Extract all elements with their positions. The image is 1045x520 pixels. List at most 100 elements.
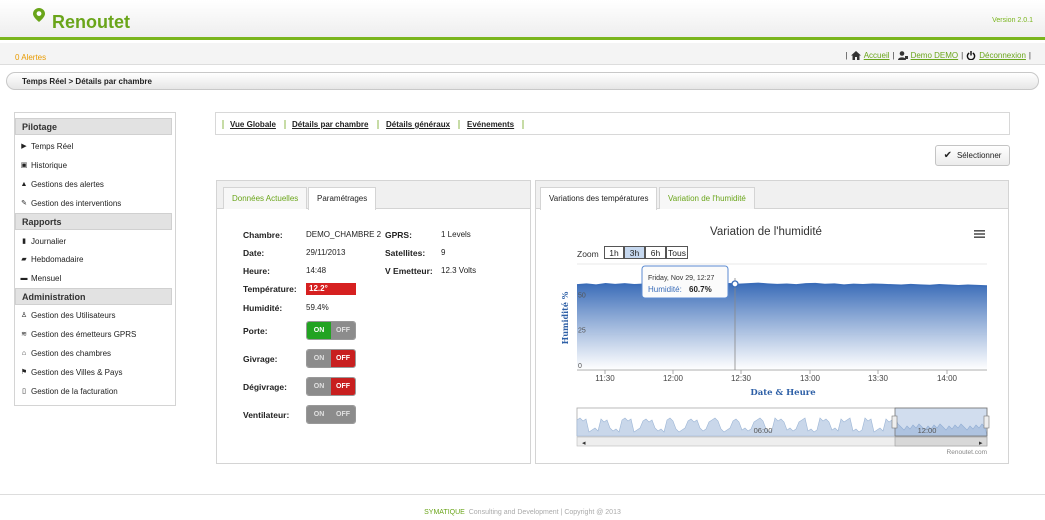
gprs-value: 1 Levels bbox=[441, 230, 471, 239]
x-axis-label: Date & Heure bbox=[750, 388, 816, 398]
vemetteur-label: V Emetteur: bbox=[385, 266, 433, 276]
gprs-label: GPRS: bbox=[385, 230, 412, 240]
sidebar-item-journalier[interactable]: ▮ Journalier bbox=[20, 237, 66, 246]
menu-icon[interactable] bbox=[974, 229, 985, 239]
givrage-toggle[interactable]: ON OFF bbox=[306, 349, 356, 368]
sidebar-section-rapports: Rapports bbox=[15, 213, 172, 230]
svg-text:Friday, Nov 29, 12:27: Friday, Nov 29, 12:27 bbox=[648, 275, 715, 282]
y-axis-label: Humidité % bbox=[560, 291, 570, 344]
home-icon bbox=[850, 51, 861, 60]
document-icon: ▮ bbox=[22, 237, 26, 245]
ventilateur-toggle[interactable]: ON OFF bbox=[306, 405, 356, 424]
folder-icon: ▬ bbox=[20, 274, 28, 282]
tab-parametrages[interactable]: Paramétrages bbox=[308, 187, 377, 210]
home-link[interactable]: Accueil bbox=[864, 51, 890, 60]
sidebar-section-pilotage: Pilotage bbox=[15, 118, 172, 135]
history-icon: ▣ bbox=[20, 161, 28, 169]
chambre-label: Chambre: bbox=[243, 230, 283, 240]
y-tick-label: 25 bbox=[578, 328, 586, 335]
power-icon bbox=[966, 51, 976, 60]
humidite-label: Humidité: bbox=[243, 303, 283, 313]
version-label: Version 2.0.1 bbox=[992, 17, 1033, 24]
sidebar-item-utilisateurs[interactable]: ♙ Gestion des Utilisateurs bbox=[20, 311, 116, 320]
y-tick-label: 50 bbox=[578, 292, 586, 299]
location-pin-icon bbox=[33, 8, 45, 22]
x-tick-label: 12:30 bbox=[731, 374, 752, 383]
user-icon bbox=[897, 51, 908, 60]
chart-scrollbar[interactable]: ◂ ▸ bbox=[576, 436, 988, 447]
sidebar-section-administration: Administration bbox=[15, 288, 172, 305]
x-tick-label: 11:30 bbox=[595, 374, 615, 383]
hover-point bbox=[731, 280, 739, 288]
givrage-label: Givrage: bbox=[243, 354, 278, 364]
satellites-value: 9 bbox=[441, 248, 446, 257]
sidebar-item-interventions[interactable]: ✎ Gestion des interventions bbox=[20, 199, 121, 208]
svg-text:06:00: 06:00 bbox=[754, 426, 773, 435]
scroll-right-icon: ▸ bbox=[979, 440, 983, 447]
x-tick-label: 12:00 bbox=[663, 374, 684, 383]
navigator-left-handle[interactable] bbox=[891, 415, 898, 429]
sidebar-item-hebdomadaire[interactable]: ▰ Hebdomadaire bbox=[20, 255, 83, 264]
chart-title: Variation de l'humidité bbox=[710, 226, 822, 238]
porte-toggle[interactable]: ON OFF bbox=[306, 321, 356, 340]
details-panel: Données Actuelles Paramétrages bbox=[216, 180, 531, 464]
scroll-left-icon: ◂ bbox=[582, 440, 586, 447]
nav-evenements[interactable]: Evénements bbox=[467, 120, 514, 129]
satellites-label: Satellites: bbox=[385, 248, 426, 258]
breadcrumb: Temps Réel > Détails par chambre bbox=[22, 77, 152, 86]
sidebar-item-temps-reel[interactable]: ▶ Temps Réel bbox=[20, 142, 73, 151]
svg-text:12:00: 12:00 bbox=[918, 426, 937, 435]
user-link[interactable]: Demo DEMO bbox=[911, 51, 959, 60]
top-nav: | Accueil | Demo DEMO | Déconnexion | bbox=[845, 51, 1031, 60]
humidity-chart[interactable]: 0 25 50 11:30 12:00 12:30 13:00 13:30 14:00 Hum… bbox=[555, 258, 995, 458]
home-icon: ⌂ bbox=[21, 349, 27, 357]
breadcrumb-bar bbox=[6, 72, 1039, 90]
flag-icon: ⚑ bbox=[20, 368, 28, 376]
chart-credits: Renoutet.com bbox=[947, 449, 987, 456]
app-logo[interactable]: Renoutet bbox=[52, 12, 130, 33]
alerts-count[interactable]: 0 Alertes bbox=[15, 53, 46, 62]
sidebar-item-mensuel[interactable]: ▬ Mensuel bbox=[20, 274, 62, 283]
sidebar-item-emetteurs[interactable]: ≋ Gestion des émetteurs GPRS bbox=[20, 330, 136, 339]
porte-label: Porte: bbox=[243, 326, 268, 336]
tab-variations-temperatures[interactable]: Variations des températures bbox=[540, 187, 658, 210]
select-button[interactable]: ✔ Sélectionner bbox=[935, 145, 1010, 166]
tab-donnees-actuelles[interactable]: Données Actuelles bbox=[223, 187, 308, 209]
wrench-icon: ✎ bbox=[21, 199, 27, 207]
heure-label: Heure: bbox=[243, 266, 270, 276]
date-label: Date: bbox=[243, 248, 265, 258]
x-tick-label: 13:30 bbox=[868, 374, 889, 383]
y-tick-label: 0 bbox=[578, 363, 582, 370]
chart-tooltip: Friday, Nov 29, 12:27 Humidité: 60.7% bbox=[641, 265, 729, 299]
x-tick-label: 14:00 bbox=[937, 374, 958, 383]
logout-link[interactable]: Déconnexion bbox=[979, 51, 1026, 60]
sidebar-item-historique[interactable]: ▣ Historique bbox=[20, 161, 67, 170]
heure-value: 14:48 bbox=[306, 266, 327, 275]
humidite-value: 59.4% bbox=[306, 303, 329, 312]
warning-icon: ▲ bbox=[20, 180, 28, 188]
humidity-area bbox=[577, 283, 987, 370]
invoice-icon: ▯ bbox=[22, 387, 26, 395]
tab-variation-humidite[interactable]: Variation de l'humidité bbox=[659, 187, 755, 209]
folder-open-icon: ▰ bbox=[21, 255, 27, 263]
degivrage-label: Dégivrage: bbox=[243, 382, 287, 392]
sidebar-item-chambres[interactable]: ⌂ Gestion des chambres bbox=[20, 349, 111, 358]
nav-details-chambre[interactable]: Détails par chambre bbox=[292, 120, 368, 129]
chambre-value: DEMO_CHAMBRE 2 bbox=[306, 230, 382, 239]
date-value: 29/11/2013 bbox=[306, 248, 346, 257]
nav-vue-globale[interactable]: Vue Globale bbox=[230, 120, 276, 129]
degivrage-toggle[interactable]: ON OFF bbox=[306, 377, 356, 396]
checkmark-icon: ✔ bbox=[943, 150, 952, 161]
sidebar-item-facturation[interactable]: ▯ Gestion de la facturation bbox=[20, 387, 118, 396]
chart-navigator[interactable]: 06:00 12:00 bbox=[576, 407, 990, 437]
svg-text:60.7%: 60.7% bbox=[689, 285, 712, 294]
svg-text:Humidité:: Humidité: bbox=[648, 285, 682, 294]
x-tick-label: 13:00 bbox=[800, 374, 821, 383]
signal-icon: ≋ bbox=[21, 330, 27, 338]
user-icon: ♙ bbox=[20, 311, 28, 319]
nav-details-generaux[interactable]: Détails généraux bbox=[386, 120, 450, 129]
sidebar-item-villes[interactable]: ⚑ Gestion des Villes & Pays bbox=[20, 368, 123, 377]
vemetteur-value: 12.3 Volts bbox=[441, 266, 477, 275]
sidebar-item-alertes[interactable]: ▲ Gestions des alertes bbox=[20, 180, 104, 189]
navigator-right-handle[interactable] bbox=[983, 415, 990, 429]
